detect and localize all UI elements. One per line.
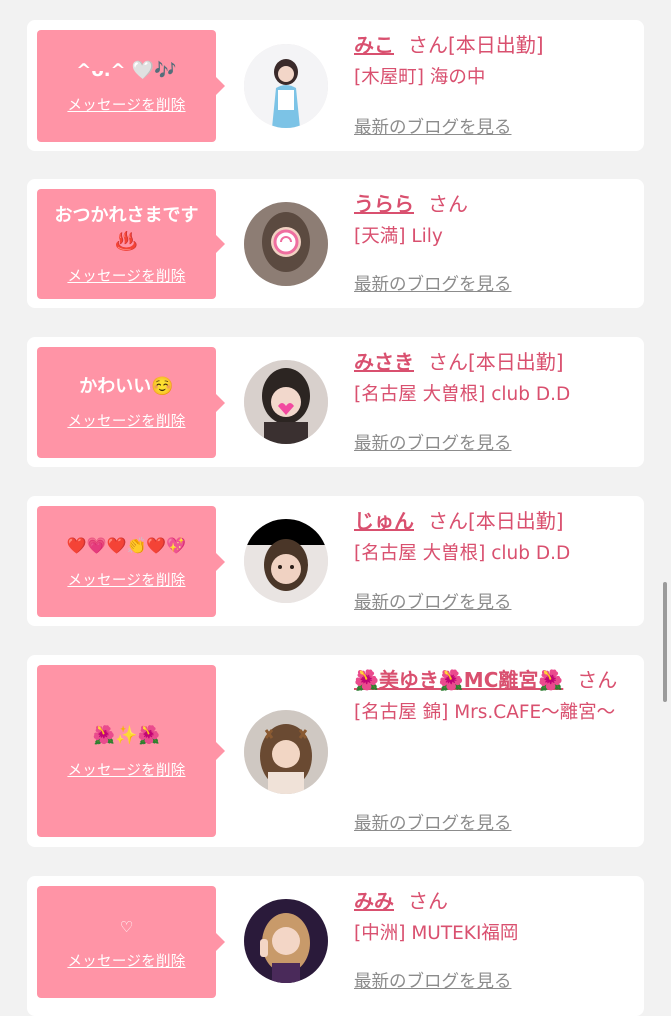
shop-location: [名古屋 大曽根] club D.D — [354, 384, 571, 405]
avatar-photo-icon — [244, 899, 328, 983]
user-name-link[interactable]: うらら — [354, 192, 414, 216]
avatar[interactable] — [244, 899, 328, 983]
avatar-photo-icon — [244, 360, 328, 444]
honorific: さん — [428, 350, 468, 374]
message-text: 🌺✨🌺 — [92, 724, 161, 746]
delete-message-link[interactable]: メッセージを削除 — [67, 950, 185, 971]
avatar[interactable] — [244, 44, 328, 128]
honorific: さん — [408, 889, 448, 913]
message-text: かわいい☺️ — [79, 376, 174, 397]
user-name-link[interactable]: みみ — [354, 889, 394, 913]
blog-link[interactable]: 最新のブログを見る — [354, 968, 512, 993]
delete-message-link[interactable]: メッセージを削除 — [67, 759, 185, 780]
status-badge: [本日出勤] — [468, 509, 564, 533]
avatar[interactable] — [244, 519, 328, 603]
list-item: かわいい☺️ メッセージを削除 みさき さん[本日出勤] [名古屋 大曽根] cl… — [27, 337, 644, 467]
avatar[interactable] — [244, 202, 328, 286]
user-name-link[interactable]: みさき — [354, 350, 414, 374]
list-item: おつかれさまです♨️ メッセージを削除 うらら さん [天満] Lily 最新のブ… — [27, 179, 644, 308]
avatar-photo-icon — [244, 202, 328, 286]
list-item: ❤️💗❤️👏❤️💖 メッセージを削除 じゅん さん[本日出勤] [名古屋 大曽根]… — [27, 496, 644, 626]
shop-location: [名古屋 大曽根] club D.D — [354, 543, 571, 564]
user-name-link[interactable]: じゅん — [354, 509, 414, 533]
list-item: 🌺✨🌺 メッセージを削除 🌺美ゆき🌺MC離宮🌺 さん [名古屋 錦] Mrs.CA… — [27, 655, 644, 847]
list-item: ♡ メッセージを削除 みみ さん [中洲] MUTEKI福岡 最新のブログを見る — [27, 876, 644, 1016]
shop-location: [名古屋 錦] Mrs.CAFE～離宮～ — [354, 702, 616, 723]
delete-message-link[interactable]: メッセージを削除 — [67, 94, 185, 115]
shop-location: [天満] Lily — [354, 226, 443, 247]
status-badge: [本日出勤] — [448, 33, 544, 57]
delete-message-link[interactable]: メッセージを削除 — [67, 265, 185, 286]
message-text: おつかれさまです♨️ — [54, 204, 199, 252]
blog-link[interactable]: 最新のブログを見る — [354, 589, 512, 614]
blog-link[interactable]: 最新のブログを見る — [354, 810, 512, 835]
message-bubble: ♡ メッセージを削除 — [37, 886, 225, 998]
user-name-link[interactable]: 🌺美ゆき🌺MC離宮🌺 — [354, 668, 563, 692]
scrollbar[interactable] — [663, 582, 667, 702]
message-bubble: ^ᴗ.^ 🤍🎶 メッセージを削除 — [37, 30, 225, 142]
blog-link[interactable]: 最新のブログを見る — [354, 271, 512, 296]
blog-link[interactable]: 最新のブログを見る — [354, 114, 512, 139]
avatar-photo-icon — [244, 44, 328, 128]
list-item: ^ᴗ.^ 🤍🎶 メッセージを削除 みこ さん[本日出勤] [木屋町] 海の中 最新… — [27, 20, 644, 151]
avatar[interactable] — [244, 710, 328, 794]
avatar[interactable] — [244, 360, 328, 444]
honorific: さん — [428, 509, 468, 533]
message-text: ♡ — [119, 917, 134, 936]
message-text: ❤️💗❤️👏❤️💖 — [66, 536, 187, 555]
avatar-photo-icon — [244, 710, 328, 794]
message-bubble: ❤️💗❤️👏❤️💖 メッセージを削除 — [37, 506, 225, 617]
honorific: さん — [428, 192, 468, 216]
delete-message-link[interactable]: メッセージを削除 — [67, 569, 185, 590]
status-badge: [本日出勤] — [468, 350, 564, 374]
shop-location: [中洲] MUTEKI福岡 — [354, 923, 519, 944]
message-text: ^ᴗ.^ 🤍🎶 — [76, 59, 177, 81]
honorific: さん — [577, 668, 618, 692]
user-name-link[interactable]: みこ — [354, 33, 394, 57]
message-bubble: 🌺✨🌺 メッセージを削除 — [37, 665, 225, 837]
avatar-photo-icon — [244, 519, 328, 603]
honorific: さん — [408, 33, 448, 57]
message-bubble: かわいい☺️ メッセージを削除 — [37, 347, 225, 458]
shop-location: [木屋町] 海の中 — [354, 67, 486, 88]
blog-link[interactable]: 最新のブログを見る — [354, 430, 512, 455]
delete-message-link[interactable]: メッセージを削除 — [67, 410, 185, 431]
message-bubble: おつかれさまです♨️ メッセージを削除 — [37, 189, 225, 299]
